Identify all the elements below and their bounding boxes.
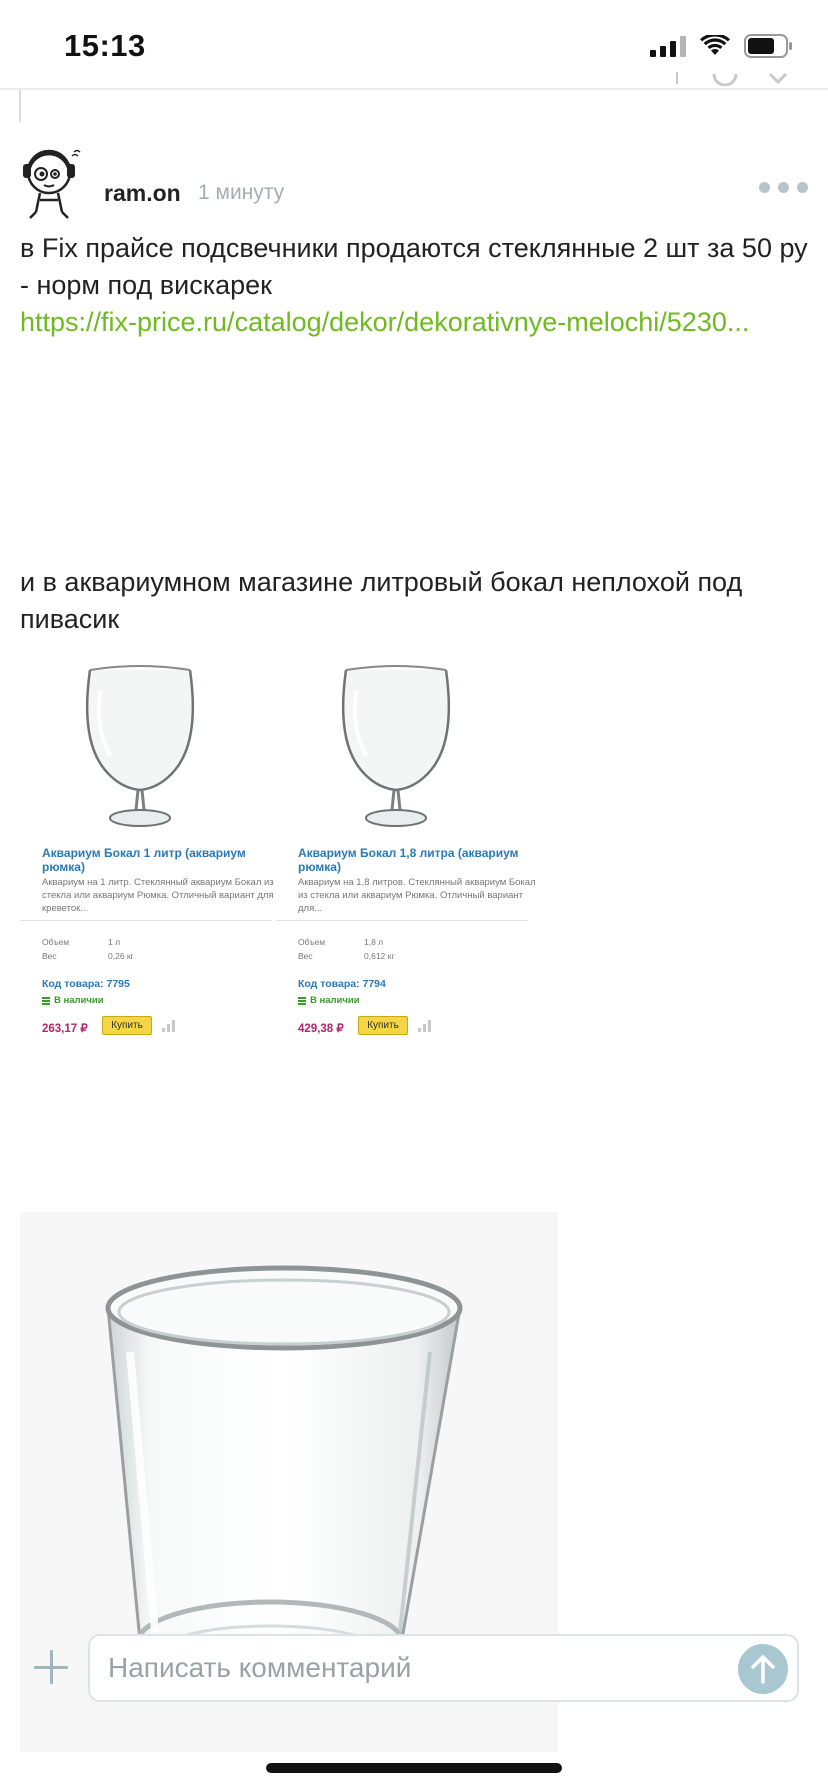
product-code: Код товара: 7794 xyxy=(298,978,386,990)
product-description: Аквариум на 1,8 литров. Стеклянный аквар… xyxy=(298,877,536,914)
signal-icon xyxy=(650,35,686,57)
header-divider xyxy=(0,88,828,90)
spec-value: 0,612 кг xyxy=(364,951,395,961)
comment-text-2: и в аквариумном магазине литровый бокал … xyxy=(20,567,743,634)
product-card: Аквариум Бокал 1,8 литра (аквариум рюмка… xyxy=(276,660,536,1180)
spec-value: 1 л xyxy=(108,937,121,947)
comment-input[interactable] xyxy=(88,1634,799,1702)
divider xyxy=(276,920,528,921)
avatar[interactable] xyxy=(20,148,82,220)
divider xyxy=(20,920,272,921)
reply-icon xyxy=(676,72,678,84)
product-price: 429,38 ₽ xyxy=(298,1023,344,1035)
product-title[interactable]: Аквариум Бокал 1,8 литра (аквариум рюмка… xyxy=(298,846,538,874)
home-indicator[interactable] xyxy=(266,1763,562,1773)
product-title[interactable]: Аквариум Бокал 1 литр (аквариум рюмка) xyxy=(42,846,282,874)
products-screenshot-image[interactable]: Аквариум Бокал 1 литр (аквариум рюмка) А… xyxy=(20,660,540,1180)
send-arrow-icon xyxy=(751,1655,775,1684)
spec-label: Объем xyxy=(298,937,326,947)
product-card: Аквариум Бокал 1 литр (аквариум рюмка) А… xyxy=(20,660,275,1180)
stats-icon xyxy=(418,1020,431,1032)
stock-label: В наличии xyxy=(54,995,104,1006)
spec-label: Вес xyxy=(42,951,57,961)
battery-icon xyxy=(744,34,794,58)
comment-body: в Fix прайсе подсвечники продаются стекл… xyxy=(20,230,810,341)
comment-time: 1 минуту xyxy=(198,181,285,204)
product-description: Аквариум на 1 литр. Стеклянный аквариум … xyxy=(42,877,274,914)
product-code: Код товара: 7795 xyxy=(42,978,130,990)
comment-header: ram.on 1 минуту xyxy=(20,148,808,220)
snifter-glass-image xyxy=(85,665,195,827)
stock-label: В наличии xyxy=(310,995,360,1006)
comment-link[interactable]: https://fix-price.ru/catalog/dekor/dekor… xyxy=(20,304,810,341)
status-icons xyxy=(650,34,794,58)
send-button[interactable] xyxy=(738,1644,788,1694)
author-name[interactable]: ram.on xyxy=(104,180,181,207)
status-time: 15:13 xyxy=(64,28,146,63)
chevron-down-icon xyxy=(768,72,788,85)
stock-status: В наличии xyxy=(42,995,104,1006)
comment-text: в Fix прайсе подсвечники продаются стекл… xyxy=(20,233,808,300)
stock-icon xyxy=(298,996,306,1005)
buy-button[interactable]: Купить xyxy=(102,1016,152,1035)
stock-status: В наличии xyxy=(298,995,360,1006)
stock-icon xyxy=(42,996,50,1005)
spec-value: 0,26 кг xyxy=(108,951,134,961)
buy-button[interactable]: Купить xyxy=(358,1016,408,1035)
thread-line xyxy=(19,90,21,122)
wifi-icon xyxy=(700,35,730,57)
previous-comment-actions xyxy=(672,72,788,86)
spec-label: Вес xyxy=(298,951,313,961)
spec-value: 1,8 л xyxy=(364,937,384,947)
plus-icon[interactable] xyxy=(34,1650,68,1684)
spec-label: Объем xyxy=(42,937,70,947)
snifter-glass-image xyxy=(341,665,451,827)
stats-icon xyxy=(162,1020,175,1032)
more-icon[interactable] xyxy=(759,182,808,193)
product-price: 263,17 ₽ xyxy=(42,1023,88,1035)
comment-input-bar xyxy=(0,1630,828,1710)
share-icon xyxy=(712,73,738,86)
